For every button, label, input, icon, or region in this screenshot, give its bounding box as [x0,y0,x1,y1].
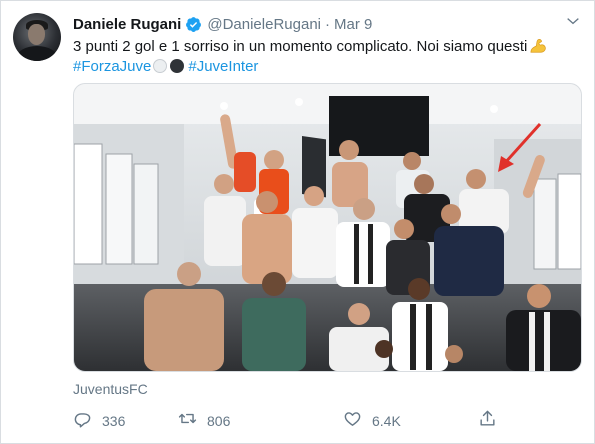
like-button[interactable]: 6.4K [343,409,401,433]
retweet-button[interactable]: 806 [178,409,230,433]
author-handle[interactable]: @DanieleRugani [207,16,321,33]
tweet-text: 3 punti 2 gol e 1 sorriso in un momento … [73,37,573,77]
tweet-actions: 336 806 6.4K [73,409,503,433]
avatar-face [28,24,45,45]
team-celebration-photo [74,84,581,371]
share-icon [478,409,497,433]
heart-icon [343,409,362,433]
source-label[interactable]: JuventusFC [73,381,148,397]
tweet-body: 3 punti 2 gol e 1 sorriso in un momento … [73,38,528,55]
verified-badge-icon [185,16,202,33]
tweet-text-line2: #ForzaJuve #JuveInter [73,57,573,77]
tweet-photo[interactable] [73,83,582,372]
hashtag-juveinter[interactable]: #JuveInter [188,58,258,75]
author-name[interactable]: Daniele Rugani [73,16,181,33]
reply-button[interactable]: 336 [73,409,125,433]
chevron-down-icon[interactable] [563,12,583,30]
retweet-count: 806 [207,413,231,429]
white-circle-emoji [153,59,168,73]
tweet-header: Daniele Rugani @DanieleRugani · Mar 9 [73,14,372,34]
reply-count: 336 [102,413,126,429]
hashtag-forzajuve[interactable]: #ForzaJuve [73,58,151,75]
tweet-date[interactable]: Mar 9 [334,16,372,33]
share-button[interactable] [478,409,497,433]
tweet-text-line1: 3 punti 2 gol e 1 sorriso in un momento … [73,37,573,57]
black-circle-emoji [170,59,185,73]
reply-icon [73,409,92,433]
avatar[interactable] [13,13,61,61]
retweet-icon [178,409,197,433]
tweet-card[interactable]: Daniele Rugani @DanieleRugani · Mar 9 3 … [0,0,595,444]
like-count: 6.4K [372,413,401,429]
flexed-biceps-emoji [529,38,547,54]
header-separator: · [325,15,330,33]
avatar-shoulders [17,46,57,61]
